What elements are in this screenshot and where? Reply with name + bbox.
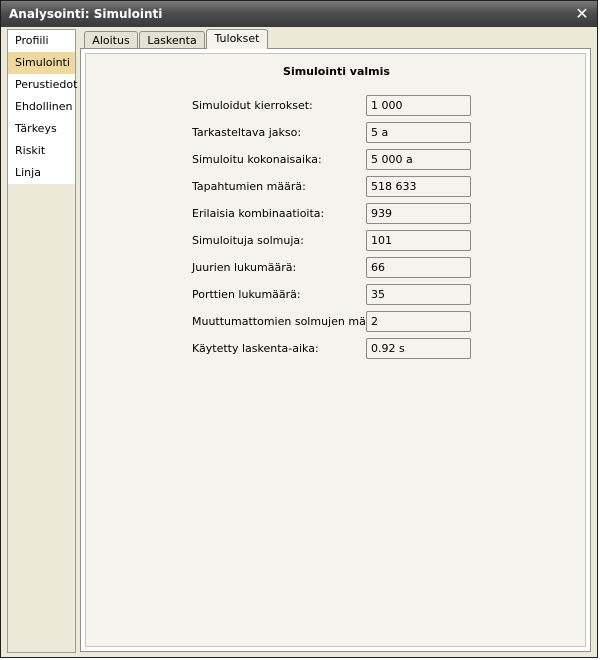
result-label: Käytetty laskenta-aika: xyxy=(192,342,319,355)
result-row: Tarkasteltava jakso: 5 a xyxy=(192,122,582,144)
result-label: Simuloituja solmuja: xyxy=(192,234,304,247)
result-value[interactable]: 1 000 xyxy=(366,95,471,116)
results-title: Simulointi valmis xyxy=(283,65,390,78)
result-row: Käytetty laskenta-aika: 0.92 s xyxy=(192,338,582,360)
sidebar-item-linja[interactable]: Linja xyxy=(8,162,75,184)
result-value[interactable]: 0.92 s xyxy=(366,338,471,359)
sidebar: Profiili Simulointi Perustiedot Ehdollin… xyxy=(7,29,77,653)
result-row: Muuttumattomien solmujen määrä: 2 xyxy=(192,311,582,333)
sidebar-item-ehdollinen[interactable]: Ehdollinen xyxy=(8,96,75,118)
sidebar-list: Profiili Simulointi Perustiedot Ehdollin… xyxy=(8,30,77,184)
result-label: Simuloitu kokonaisaika: xyxy=(192,153,322,166)
result-label: Juurien lukumäärä: xyxy=(192,261,297,274)
result-value[interactable]: 5 a xyxy=(366,122,471,143)
window-title: Analysointi: Simulointi xyxy=(9,7,163,21)
results-panel-inner: Simulointi valmis Simuloidut kierrokset:… xyxy=(85,53,586,647)
result-value[interactable]: 518 633 xyxy=(366,176,471,197)
result-row: Simuloituja solmuja: 101 xyxy=(192,230,582,252)
result-value[interactable]: 35 xyxy=(366,284,471,305)
result-value[interactable]: 66 xyxy=(366,257,471,278)
result-row: Simuloitu kokonaisaika: 5 000 a xyxy=(192,149,582,171)
tab-aloitus[interactable]: Aloitus xyxy=(84,31,138,48)
result-row: Porttien lukumäärä: 35 xyxy=(192,284,582,306)
tab-tulokset[interactable]: Tulokset xyxy=(206,29,268,49)
result-value[interactable]: 5 000 a xyxy=(366,149,471,170)
results-panel: Simulointi valmis Simuloidut kierrokset:… xyxy=(80,48,591,652)
result-row: Juurien lukumäärä: 66 xyxy=(192,257,582,279)
close-icon[interactable]: ✕ xyxy=(573,5,591,23)
result-label: Tapahtumien määrä: xyxy=(192,180,306,193)
sidebar-item-riskit[interactable]: Riskit xyxy=(8,140,75,162)
result-value[interactable]: 2 xyxy=(366,311,471,332)
title-bar[interactable]: Analysointi: Simulointi ✕ xyxy=(1,1,597,27)
result-row: Tapahtumien määrä: 518 633 xyxy=(192,176,582,198)
simulation-window: Analysointi: Simulointi ✕ Profiili Simul… xyxy=(0,0,598,658)
main-content: Aloitus Laskenta Tulokset Simulointi val… xyxy=(80,29,595,655)
result-label: Tarkasteltava jakso: xyxy=(192,126,302,139)
result-label: Muuttumattomien solmujen määrä: xyxy=(192,315,388,328)
sidebar-item-tarkeys[interactable]: Tärkeys xyxy=(8,118,75,140)
result-value[interactable]: 939 xyxy=(366,203,471,224)
sidebar-item-profiili[interactable]: Profiili xyxy=(8,30,75,52)
result-label: Erilaisia kombinaatioita: xyxy=(192,207,325,220)
result-row: Simuloidut kierrokset: 1 000 xyxy=(192,95,582,117)
tab-laskenta[interactable]: Laskenta xyxy=(139,31,205,48)
result-row: Erilaisia kombinaatioita: 939 xyxy=(192,203,582,225)
sidebar-item-simulointi[interactable]: Simulointi xyxy=(8,52,75,74)
result-value[interactable]: 101 xyxy=(366,230,471,251)
result-label: Simuloidut kierrokset: xyxy=(192,99,313,112)
result-label: Porttien lukumäärä: xyxy=(192,288,301,301)
sidebar-item-perustiedot[interactable]: Perustiedot xyxy=(8,74,77,96)
